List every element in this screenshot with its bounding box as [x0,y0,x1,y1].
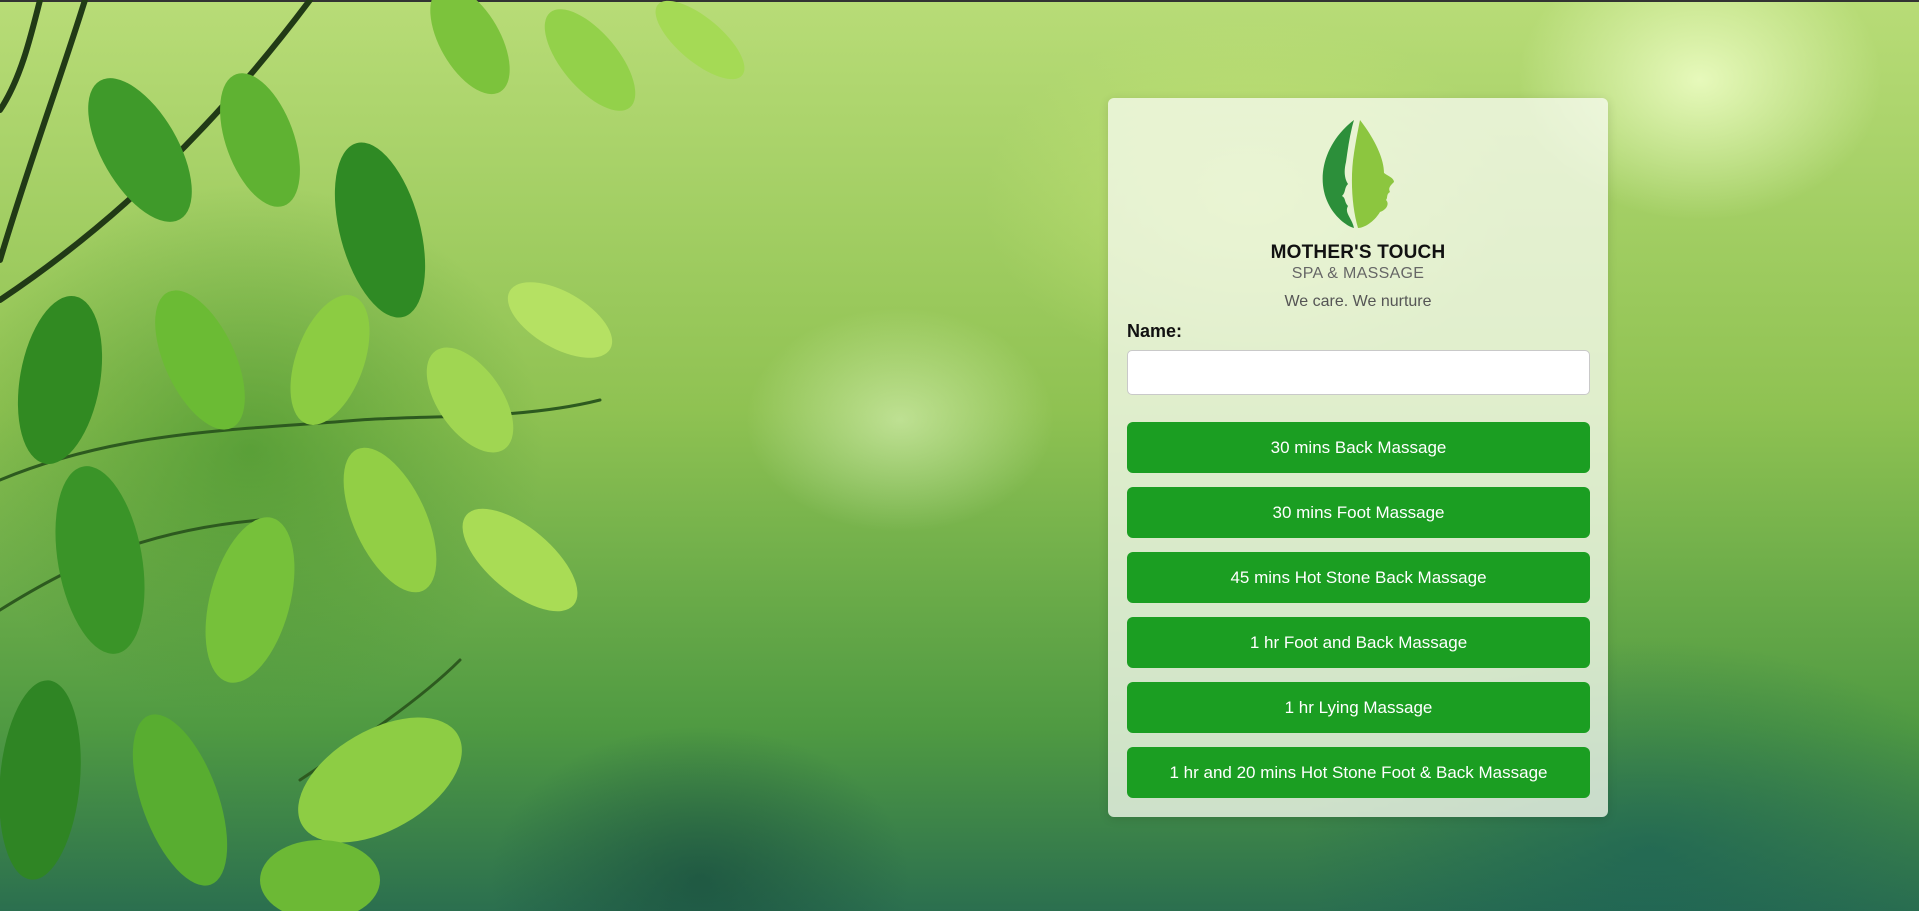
service-button-30-foot[interactable]: 30 mins Foot Massage [1127,487,1590,538]
name-label: Name: [1127,321,1183,341]
booking-card: MOTHER'S TOUCH SPA & MASSAGE We care. We… [1108,98,1608,817]
service-button-30-back[interactable]: 30 mins Back Massage [1127,422,1590,473]
service-button-1hr20-hot-stone-foot-back[interactable]: 1 hr and 20 mins Hot Stone Foot & Back M… [1127,747,1590,798]
leaf-faces-logo-icon [1322,120,1394,228]
brand-subtitle: SPA & MASSAGE [1291,265,1425,282]
tagline: We care. We nurture [1284,293,1432,310]
service-button-45-hot-stone-back[interactable]: 45 mins Hot Stone Back Massage [1127,552,1590,603]
leaves-decoration [0,0,745,911]
service-button-1hr-lying[interactable]: 1 hr Lying Massage [1127,682,1590,733]
service-button-1hr-foot-back[interactable]: 1 hr Foot and Back Massage [1127,617,1590,668]
service-buttons: 30 mins Back Massage 30 mins Foot Massag… [1127,422,1590,812]
brand-name: MOTHER'S TOUCH [1270,242,1446,263]
name-input[interactable] [1127,350,1590,395]
